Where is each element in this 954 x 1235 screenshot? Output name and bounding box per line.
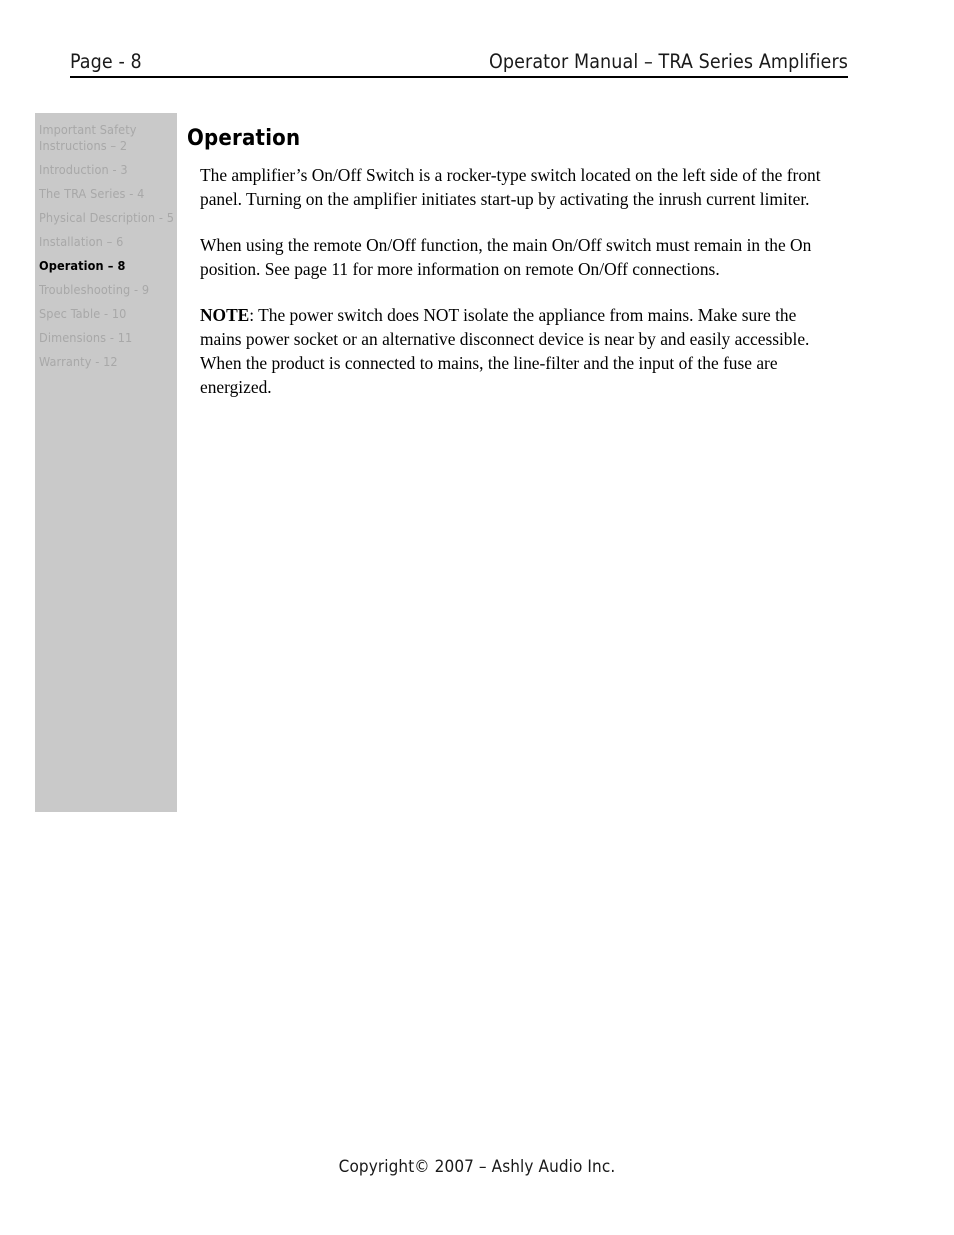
header-divider-rule bbox=[70, 76, 848, 78]
paragraph-remote-onoff: When using the remote On/Off function, t… bbox=[200, 235, 812, 279]
sidebar-item-introduction[interactable]: Introduction - 3 bbox=[39, 162, 177, 178]
note-label: NOTE bbox=[200, 305, 250, 325]
sidebar-item-warranty[interactable]: Warranty - 12 bbox=[39, 354, 177, 370]
paragraph-note: NOTE: The power switch does NOT isolate … bbox=[200, 303, 838, 399]
sidebar-item-installation[interactable]: Installation – 6 bbox=[39, 234, 177, 250]
sidebar-table-of-contents: Important Safety Instructions – 2 Introd… bbox=[35, 113, 177, 812]
page-header: Page - 8 Operator Manual – TRA Series Am… bbox=[70, 50, 848, 78]
sidebar-item-troubleshooting[interactable]: Troubleshooting - 9 bbox=[39, 282, 177, 298]
paragraph-onoff-switch: The amplifier’s On/Off Switch is a rocke… bbox=[200, 165, 821, 209]
sidebar-item-dimensions[interactable]: Dimensions - 11 bbox=[39, 330, 177, 346]
sidebar-item-physical-description[interactable]: Physical Description - 5 bbox=[39, 210, 177, 226]
main-content: Operation The amplifier’s On/Off Switch … bbox=[187, 126, 847, 399]
sidebar-item-operation[interactable]: Operation – 8 bbox=[39, 258, 177, 274]
sidebar-item-important-safety-instructions[interactable]: Important Safety Instructions – 2 bbox=[39, 122, 169, 154]
manual-title-label: Operator Manual – TRA Series Amplifiers bbox=[488, 50, 848, 73]
page-footer: Copyright© 2007 – Ashly Audio Inc. bbox=[0, 1157, 954, 1177]
section-heading: Operation bbox=[187, 126, 301, 151]
copyright-label: Copyright© 2007 – Ashly Audio Inc. bbox=[338, 1157, 616, 1177]
note-text: : The power switch does NOT isolate the … bbox=[200, 305, 810, 397]
sidebar-item-spec-table[interactable]: Spec Table - 10 bbox=[39, 306, 177, 322]
page-number-label: Page - 8 bbox=[70, 50, 142, 73]
sidebar-item-the-tra-series[interactable]: The TRA Series - 4 bbox=[39, 186, 177, 202]
